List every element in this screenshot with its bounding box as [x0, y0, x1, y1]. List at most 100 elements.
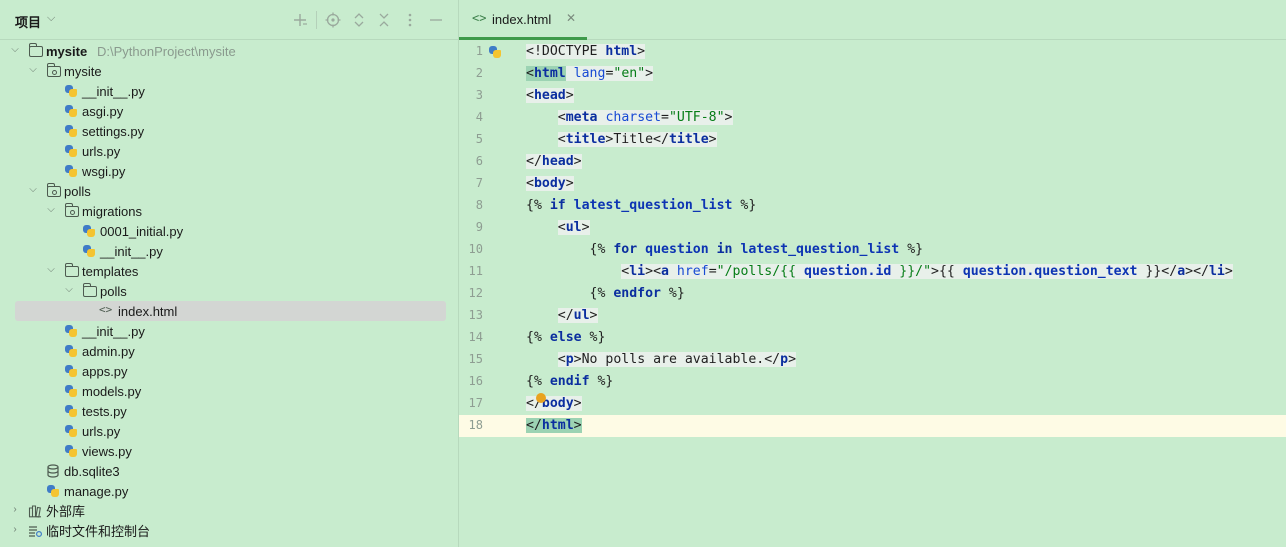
tree-item-mysite-root[interactable]: ⌵ mysite D:\PythonProject\mysite: [0, 41, 458, 61]
tree-item-polls-package[interactable]: ⌵ polls: [0, 181, 458, 201]
tree-item-label: db.sqlite3: [64, 464, 120, 479]
code-line: 14 {% else %}: [459, 327, 1286, 349]
tree-item-file[interactable]: tests.py: [0, 401, 458, 421]
line-number: 15: [468, 352, 483, 366]
package-folder-icon: [46, 63, 61, 77]
tree-item-label: __init__.py: [100, 244, 163, 259]
code-line: 2 <html lang="en">: [459, 63, 1286, 85]
minimize-icon[interactable]: [427, 11, 445, 29]
code-text: <html lang="en">: [526, 66, 654, 81]
database-icon: [46, 464, 60, 478]
add-icon[interactable]: [291, 11, 309, 29]
target-icon[interactable]: [324, 11, 342, 29]
code-text: <p>No polls are available.</p>: [557, 352, 797, 367]
tree-item-file[interactable]: __init__.py: [0, 241, 458, 261]
collapse-all-icon[interactable]: [375, 11, 393, 29]
tree-item-file[interactable]: manage.py: [0, 481, 458, 501]
tree-item-label: mysite: [46, 44, 88, 59]
close-icon[interactable]: ✕: [566, 11, 576, 25]
tree-item-file[interactable]: wsgi.py: [0, 161, 458, 181]
tree-item-file[interactable]: urls.py: [0, 141, 458, 161]
chevron-down-icon[interactable]: ⌵: [46, 264, 56, 276]
code-line: 17 </body>: [459, 393, 1286, 415]
tree-item-label: asgi.py: [82, 104, 124, 119]
tree-item-file[interactable]: urls.py: [0, 421, 458, 441]
line-number: 8: [475, 198, 483, 212]
python-file-icon: [46, 484, 60, 498]
tree-item-index-html[interactable]: <> index.html: [0, 301, 458, 321]
line-number: 14: [468, 330, 483, 344]
tree-item-file[interactable]: settings.py: [0, 121, 458, 141]
line-number: 11: [468, 264, 483, 278]
code-line: 1 <!DOCTYPE html>: [459, 41, 1286, 63]
chevron-down-icon[interactable]: ⌵: [10, 44, 20, 56]
chevron-right-icon[interactable]: ›: [10, 504, 20, 516]
tree-item-file[interactable]: views.py: [0, 441, 458, 461]
code-text: <body>: [526, 176, 574, 191]
tree-item-label: migrations: [82, 204, 142, 219]
tree-item-label: manage.py: [64, 484, 129, 499]
editor-tab-bar: <> index.html ✕: [459, 0, 1286, 40]
intention-bulb-icon[interactable]: [536, 393, 546, 403]
tree-item-file[interactable]: db.sqlite3: [0, 461, 458, 481]
tree-item-file[interactable]: asgi.py: [0, 101, 458, 121]
more-icon[interactable]: [401, 11, 419, 29]
tree-item-label: views.py: [82, 444, 132, 459]
code-editor[interactable]: 1 <!DOCTYPE html> 2 <html lang="en"> 3 <…: [459, 41, 1286, 547]
chevron-down-icon[interactable]: ⌵: [64, 284, 74, 296]
expand-collapse-icon[interactable]: [350, 11, 368, 29]
tab-index-html[interactable]: <> index.html ✕: [459, 0, 587, 40]
tree-item-migrations[interactable]: ⌵ migrations: [0, 201, 458, 221]
code-text: <ul>: [557, 220, 590, 235]
chevron-right-icon[interactable]: ›: [10, 524, 20, 536]
line-number: 9: [475, 220, 483, 234]
code-text: </head>: [526, 154, 582, 169]
tree-item-file[interactable]: apps.py: [0, 361, 458, 381]
code-line-current: 18 </html>: [459, 415, 1286, 437]
line-number: 10: [468, 242, 483, 256]
tree-item-templates-polls[interactable]: ⌵ polls: [0, 281, 458, 301]
chevron-down-icon[interactable]: ⌵: [28, 184, 38, 196]
chevron-down-icon[interactable]: ⌵: [46, 204, 56, 216]
python-file-icon: [82, 244, 96, 258]
project-panel-title[interactable]: 项目: [15, 12, 41, 31]
tree-item-file[interactable]: admin.py: [0, 341, 458, 361]
python-file-icon: [64, 324, 78, 338]
python-file-icon: [82, 224, 96, 238]
tree-item-label: models.py: [82, 384, 142, 399]
project-view-dropdown-icon[interactable]: ⌵: [47, 12, 55, 25]
line-number: 5: [475, 132, 483, 146]
line-number: 13: [468, 308, 483, 322]
code-text: </body>: [526, 396, 582, 411]
tree-item-scratches[interactable]: › 临时文件和控制台: [0, 521, 458, 541]
line-number: 18: [468, 418, 483, 432]
python-file-icon: [64, 84, 78, 98]
tree-item-label: __init__.py: [82, 324, 145, 339]
code-text: <meta charset="UTF-8">: [557, 110, 733, 125]
line-number: 7: [475, 176, 483, 190]
toolbar-separator: [316, 11, 317, 29]
code-line: 7 <body>: [459, 173, 1286, 195]
tree-item-file[interactable]: 0001_initial.py: [0, 221, 458, 241]
python-file-icon: [64, 144, 78, 158]
tree-item-templates[interactable]: ⌵ templates: [0, 261, 458, 281]
tree-item-file[interactable]: models.py: [0, 381, 458, 401]
python-gutter-icon[interactable]: [488, 45, 502, 59]
line-number: 3: [475, 88, 483, 102]
folder-icon: [64, 263, 79, 277]
tree-item-label: templates: [82, 264, 139, 279]
code-text: <li><a href="/polls/{{ question.id }}/">…: [621, 264, 1233, 279]
library-icon: [28, 504, 42, 518]
code-text: {% else %}: [526, 330, 606, 345]
tree-item-mysite-package[interactable]: ⌵ mysite: [0, 61, 458, 81]
code-text: {% for question in latest_question_list …: [526, 242, 924, 257]
tree-item-file[interactable]: __init__.py: [0, 81, 458, 101]
python-file-icon: [64, 364, 78, 378]
html-file-icon: <>: [472, 11, 487, 25]
tree-item-external-libraries[interactable]: › 外部库: [0, 501, 458, 521]
code-text: <!DOCTYPE html>: [526, 44, 646, 59]
chevron-down-icon[interactable]: ⌵: [28, 64, 38, 76]
scratches-console-icon: [28, 524, 43, 538]
code-line: 4 <meta charset="UTF-8">: [459, 107, 1286, 129]
tree-item-file[interactable]: __init__.py: [0, 321, 458, 341]
